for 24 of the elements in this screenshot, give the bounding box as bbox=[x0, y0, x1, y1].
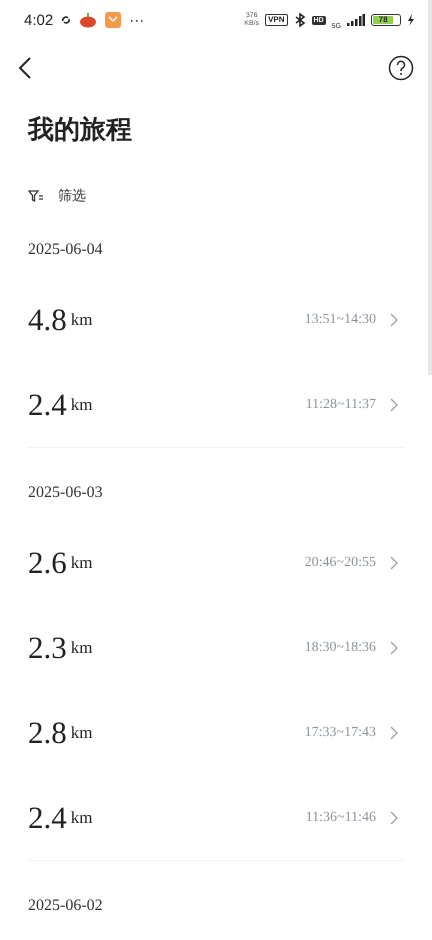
pumpkin-icon bbox=[79, 12, 98, 28]
bluetooth-icon bbox=[294, 13, 306, 27]
help-button[interactable] bbox=[388, 55, 414, 81]
chevron-right-icon bbox=[390, 640, 398, 654]
date-heading: 2025-06-04 bbox=[27, 240, 104, 259]
chevron-right-icon bbox=[390, 810, 398, 824]
clock: 4:02 bbox=[24, 12, 54, 28]
battery-icon: 78 bbox=[371, 14, 401, 26]
filter-icon bbox=[28, 190, 44, 202]
sync-icon bbox=[61, 15, 72, 25]
chevron-right-icon bbox=[390, 726, 398, 740]
date-heading: 2025-06-03 bbox=[27, 483, 104, 502]
chevron-right-icon bbox=[390, 398, 398, 412]
vpn-badge: VPN bbox=[265, 14, 288, 26]
signal-icon bbox=[347, 14, 365, 26]
chevron-right-icon bbox=[390, 312, 398, 326]
date-heading: 2025-06-02 bbox=[27, 896, 104, 915]
more-icon: ··· bbox=[129, 12, 144, 28]
charging-icon bbox=[407, 14, 414, 26]
filter-button[interactable]: 筛选 bbox=[0, 147, 114, 205]
app-icon bbox=[105, 12, 122, 28]
back-button[interactable] bbox=[18, 56, 32, 80]
page-title: 我的旅程 bbox=[26, 114, 133, 146]
chevron-right-icon bbox=[390, 556, 398, 570]
